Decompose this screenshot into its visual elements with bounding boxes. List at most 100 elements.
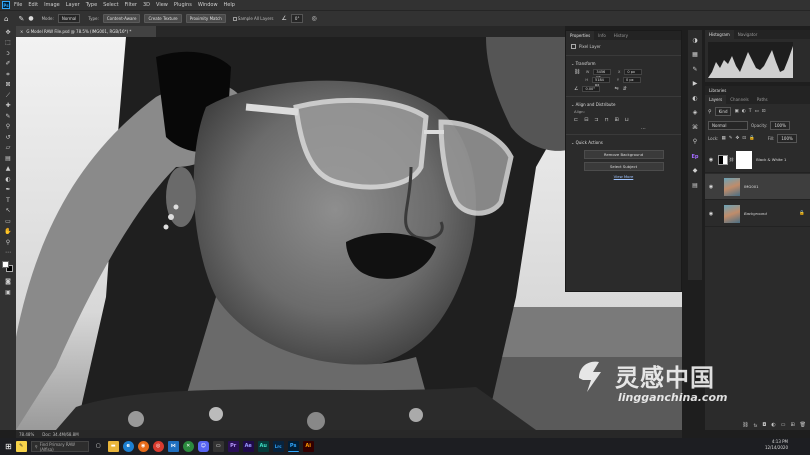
quick-mask-icon[interactable]: ◙ (3, 277, 13, 286)
angle-field[interactable]: 0.00° (582, 86, 601, 92)
swatches-panel-icon[interactable]: ▦ (691, 51, 699, 59)
eye-icon[interactable]: ◉ (707, 211, 715, 217)
filter-adjustment-icon[interactable]: ◐ (742, 109, 746, 114)
menu-file[interactable]: File (14, 2, 22, 8)
delete-layer-icon[interactable]: 🗑 (800, 422, 806, 428)
clone-source-panel-icon[interactable]: ⚲ (691, 138, 699, 146)
brush-size-preset-icon[interactable]: ● (28, 15, 33, 22)
angle-input[interactable]: 0° (290, 14, 304, 23)
styles-panel-icon[interactable]: ◈ (691, 109, 699, 117)
mode-select[interactable]: Normal (57, 14, 81, 23)
menu-help[interactable]: Help (224, 2, 235, 8)
filter-shape-icon[interactable]: ▭ (754, 109, 758, 114)
y-field[interactable]: 0 px (623, 77, 641, 83)
quick-selection-tool-icon[interactable]: ✐ (3, 59, 13, 68)
filter-smart-object-icon[interactable]: ⊡ (762, 109, 766, 114)
layer-name[interactable]: IMG001 (744, 184, 759, 189)
brush-panel-icon[interactable]: ✎ (691, 66, 699, 74)
layer-name[interactable]: Black & White 1 (756, 157, 786, 162)
home-icon[interactable]: ⌂ (4, 15, 8, 23)
document-tab[interactable]: × G Model RAW File.psd @ 78.5% (IMG001, … (16, 26, 156, 37)
healing-brush-tool-icon[interactable]: ✚ (3, 101, 13, 110)
menu-layer[interactable]: Layer (66, 2, 80, 8)
task-view-icon[interactable]: ▢ (93, 441, 104, 452)
width-field[interactable]: 3456 px (593, 69, 612, 79)
layer-name[interactable]: Background (744, 211, 767, 216)
adjustments-panel-icon[interactable]: ◐ (691, 95, 699, 103)
screen-mode-icon[interactable]: ▣ (3, 288, 13, 297)
tab-properties[interactable]: Properties (566, 31, 595, 40)
taskbar-app-audition[interactable]: Au (257, 441, 269, 452)
edge-browser-icon[interactable]: e (122, 441, 134, 452)
terminal-icon[interactable]: ▭ (212, 441, 224, 452)
taskbar-clock[interactable]: 4:13 PM 12/14/2020 (765, 439, 788, 451)
foreground-color-swatch[interactable] (2, 261, 9, 268)
new-adjustment-icon[interactable]: ◐ (771, 422, 775, 428)
gradient-tool-icon[interactable]: ▤ (3, 154, 13, 163)
move-tool-icon[interactable]: ✥ (3, 28, 13, 37)
eye-icon[interactable]: ◉ (707, 157, 715, 163)
frame-tool-icon[interactable]: ⊠ (3, 80, 13, 89)
paths-panel-icon[interactable]: ⌘ (691, 124, 699, 132)
layer-thumbnail[interactable] (724, 177, 740, 196)
windows-start-icon[interactable]: ⊞ (5, 442, 12, 451)
menu-plugins[interactable]: Plugins (174, 2, 192, 8)
link-icon[interactable]: ⛓ (574, 69, 580, 75)
zoom-tool-icon[interactable]: ⚲ (3, 238, 13, 247)
transform-header[interactable]: ⌄ Transform (566, 58, 681, 68)
tab-channels[interactable]: Channels (726, 95, 753, 104)
align-center-h-icon[interactable]: ⊟ (584, 117, 588, 123)
x-field[interactable]: 0 px (624, 69, 643, 75)
layer-thumbnail[interactable] (724, 204, 740, 223)
new-group-icon[interactable]: ▭ (781, 422, 786, 428)
align-top-icon[interactable]: ⊓ (605, 117, 609, 123)
tab-histogram[interactable]: Histogram (705, 30, 734, 39)
vscode-icon[interactable]: ⋈ (167, 441, 179, 452)
fill-input[interactable]: 100% (777, 134, 797, 143)
history-brush-tool-icon[interactable]: ↺ (3, 133, 13, 142)
chain-link-icon[interactable]: ⛓ (729, 157, 734, 162)
blend-mode-select[interactable]: Normal (708, 121, 748, 130)
lock-artboard-icon[interactable]: ⊡ (742, 136, 746, 141)
content-aware-button[interactable]: Content-Aware (102, 14, 141, 23)
extension-ep-icon[interactable]: Ep (691, 153, 699, 161)
taskbar-app-photoshop[interactable]: Ps (287, 441, 299, 452)
taskbar-app-lightroom-classic[interactable]: Lrc (272, 441, 284, 452)
firefox-icon[interactable]: ◉ (137, 441, 149, 452)
kind-filter-select[interactable]: Kind (714, 107, 732, 116)
select-subject-button[interactable]: Select Subject (583, 162, 664, 171)
lock-position-icon[interactable]: ✥ (736, 136, 740, 141)
foreground-background-colors[interactable] (2, 261, 14, 273)
clone-stamp-tool-icon[interactable]: ⚲ (3, 122, 13, 131)
more-tools-icon[interactable]: ⋯ (3, 248, 13, 257)
layer-row[interactable]: ◉ ⛓ Black & White 1 (705, 147, 810, 173)
filter-type-icon[interactable]: T (749, 109, 752, 114)
chrome-icon[interactable]: ◎ (152, 441, 164, 452)
filter-pixel-icon[interactable]: ▣ (734, 109, 738, 114)
fx-icon[interactable]: fx (754, 423, 758, 428)
taskbar-app-illustrator[interactable]: Ai (302, 441, 314, 452)
menu-image[interactable]: Image (44, 2, 60, 8)
menu-filter[interactable]: Filter (125, 2, 137, 8)
align-right-icon[interactable]: ⊐ (594, 117, 598, 123)
link-layers-icon[interactable]: ⛓ (742, 422, 748, 428)
path-selection-tool-icon[interactable]: ↖ (3, 206, 13, 215)
layer-row[interactable]: ◉ Background 🔒 (705, 201, 810, 227)
brush-tool-icon[interactable]: ✎ (3, 112, 13, 121)
eyedropper-tool-icon[interactable]: ⟋ (3, 91, 13, 100)
tab-paths[interactable]: Paths (753, 95, 772, 104)
color-panel-icon[interactable]: ◑ (691, 37, 699, 45)
flip-vertical-icon[interactable]: ⇵ (623, 86, 627, 92)
libraries-tab[interactable]: Libraries (705, 86, 810, 95)
eraser-tool-icon[interactable]: ▱ (3, 143, 13, 152)
menu-3d[interactable]: 3D (143, 2, 150, 8)
rectangle-tool-icon[interactable]: ▭ (3, 217, 13, 226)
sticky-notes-icon[interactable]: ✎ (15, 441, 27, 452)
more-align-icon[interactable]: ⋯ (566, 126, 681, 132)
tab-info[interactable]: Info (594, 31, 610, 40)
align-left-icon[interactable]: ⊏ (574, 117, 578, 123)
sample-all-layers-checkbox[interactable]: Sample All Layers (232, 16, 274, 21)
menu-type[interactable]: Type (86, 2, 97, 8)
type-tool-icon[interactable]: T (3, 196, 13, 205)
menu-edit[interactable]: Edit (28, 2, 38, 8)
